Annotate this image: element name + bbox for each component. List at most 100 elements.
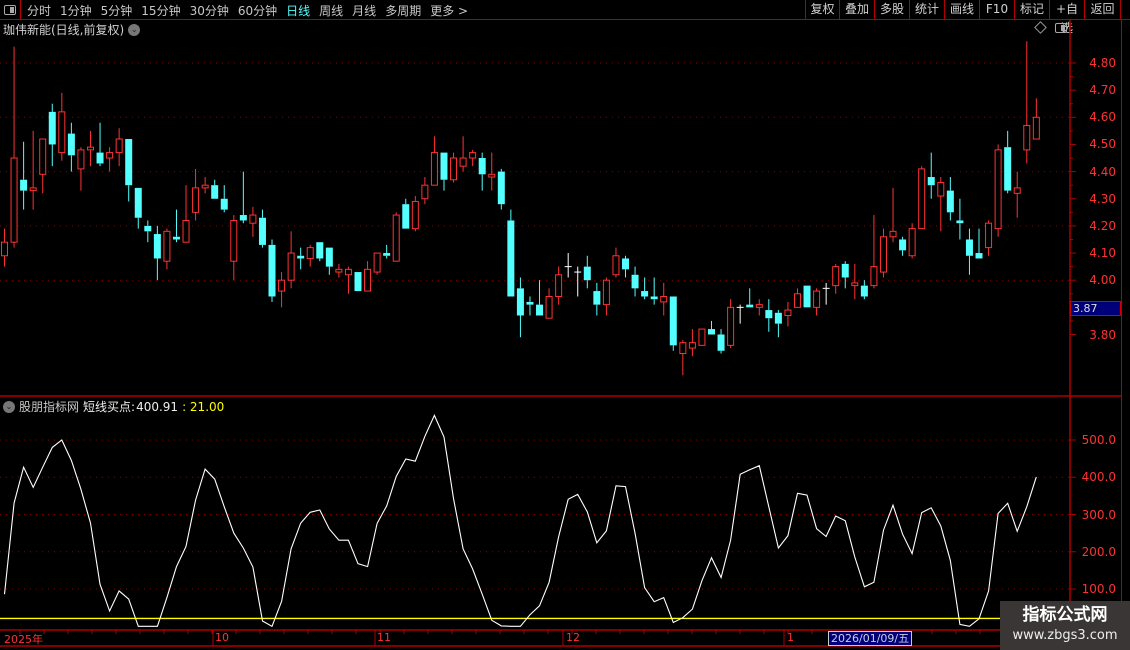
candle: [507, 209, 515, 297]
chart-canvas[interactable]: [0, 0, 1130, 650]
candle: [1023, 41, 1031, 164]
candle: [306, 244, 314, 267]
candle: [402, 198, 410, 229]
indicator-value: 400.91: [136, 399, 179, 414]
candle: [1, 228, 8, 267]
candle-body-down: [841, 263, 849, 278]
candle: [335, 263, 343, 278]
candle: [421, 177, 429, 205]
indicator-plot: [0, 414, 1070, 628]
candle-body-down: [144, 225, 152, 232]
candle: [746, 288, 754, 308]
candle: [325, 247, 333, 275]
candle: [717, 329, 725, 354]
candle-body-up: [612, 255, 620, 276]
candle: [469, 149, 477, 167]
cursor-date-label: 2026/01/09/五: [828, 631, 913, 646]
candle: [593, 282, 601, 316]
candle: [153, 225, 161, 281]
current-price-label: 3.87: [1070, 301, 1121, 316]
candle: [1032, 98, 1040, 140]
candle-body-up: [106, 152, 114, 159]
watermark: 指标公式网 www.zbgs3.com: [1000, 601, 1130, 650]
candle-body-up: [555, 274, 563, 297]
candle: [39, 138, 47, 194]
candle: [144, 220, 152, 243]
candle: [67, 122, 75, 172]
candle: [688, 329, 696, 357]
candle-body-up: [545, 295, 553, 319]
candle-body-down: [899, 239, 907, 251]
candle: [641, 277, 649, 300]
candle: [994, 144, 1002, 237]
candle: [392, 212, 400, 262]
candle-body-down: [383, 253, 391, 256]
candle: [1013, 171, 1021, 218]
candle-body-up: [182, 219, 190, 243]
candle: [727, 299, 735, 349]
candle-body-down: [172, 236, 180, 240]
candle-body-up: [163, 230, 171, 262]
candle: [297, 247, 305, 270]
candle: [77, 147, 85, 191]
candle: [134, 187, 142, 229]
candle-body-down: [507, 220, 515, 297]
candle: [516, 277, 524, 338]
watermark-title: 指标公式网: [1022, 605, 1108, 625]
candle-body-down: [774, 312, 782, 324]
candle: [249, 206, 257, 237]
candle: [536, 280, 544, 316]
candle-body-up: [278, 279, 286, 292]
candle-body-down: [593, 291, 601, 305]
candle-body-down: [440, 152, 448, 180]
candle-body-up: [813, 290, 821, 308]
candlesticks: [1, 41, 1040, 376]
candle-body-down: [67, 133, 75, 156]
candle: [564, 253, 572, 278]
candle: [707, 320, 715, 335]
candle-body-down: [707, 329, 715, 335]
candle-body-down: [125, 139, 133, 186]
time-label-year: 2025年: [4, 633, 43, 646]
candle-body-down: [134, 187, 142, 218]
candle: [965, 228, 973, 275]
candle: [918, 166, 926, 230]
candle-body-up: [335, 268, 343, 273]
candle: [555, 266, 563, 305]
candle: [803, 285, 811, 308]
candle: [411, 196, 419, 232]
candle: [364, 261, 372, 292]
candle: [220, 185, 228, 213]
candle-body-down: [258, 217, 266, 245]
indicator-tick-label: 500.0: [1081, 433, 1116, 447]
chevron-down-icon[interactable]: ⌄: [3, 400, 15, 413]
right-side-panel[interactable]: [1121, 20, 1130, 650]
candle-body-down: [354, 272, 362, 292]
candle: [459, 136, 467, 172]
candle: [344, 266, 352, 294]
candle: [679, 339, 687, 376]
price-tick-label: 4.50: [1089, 137, 1116, 152]
time-label-jan: 1: [787, 631, 794, 644]
candle-body-up: [77, 149, 85, 170]
candle-body-down: [297, 255, 305, 259]
candle: [583, 255, 591, 289]
candle: [239, 171, 247, 224]
candle-body-up: [1032, 116, 1040, 140]
candle-body-up: [364, 268, 372, 292]
candle-body-down: [650, 296, 658, 300]
candle-body-up: [373, 252, 381, 273]
candle-body-down: [622, 258, 630, 270]
candle: [793, 288, 801, 308]
candle: [946, 177, 954, 221]
candle: [440, 152, 448, 191]
candle-body-up: [793, 293, 801, 308]
indicator-tick-label: 400.0: [1081, 470, 1116, 485]
candle: [182, 185, 190, 243]
candle: [545, 288, 553, 319]
candle: [125, 139, 133, 202]
candle: [631, 266, 639, 297]
candle-body-up: [679, 342, 687, 355]
candle-body-up: [851, 282, 859, 287]
price-tick-label: 4.60: [1089, 110, 1116, 125]
